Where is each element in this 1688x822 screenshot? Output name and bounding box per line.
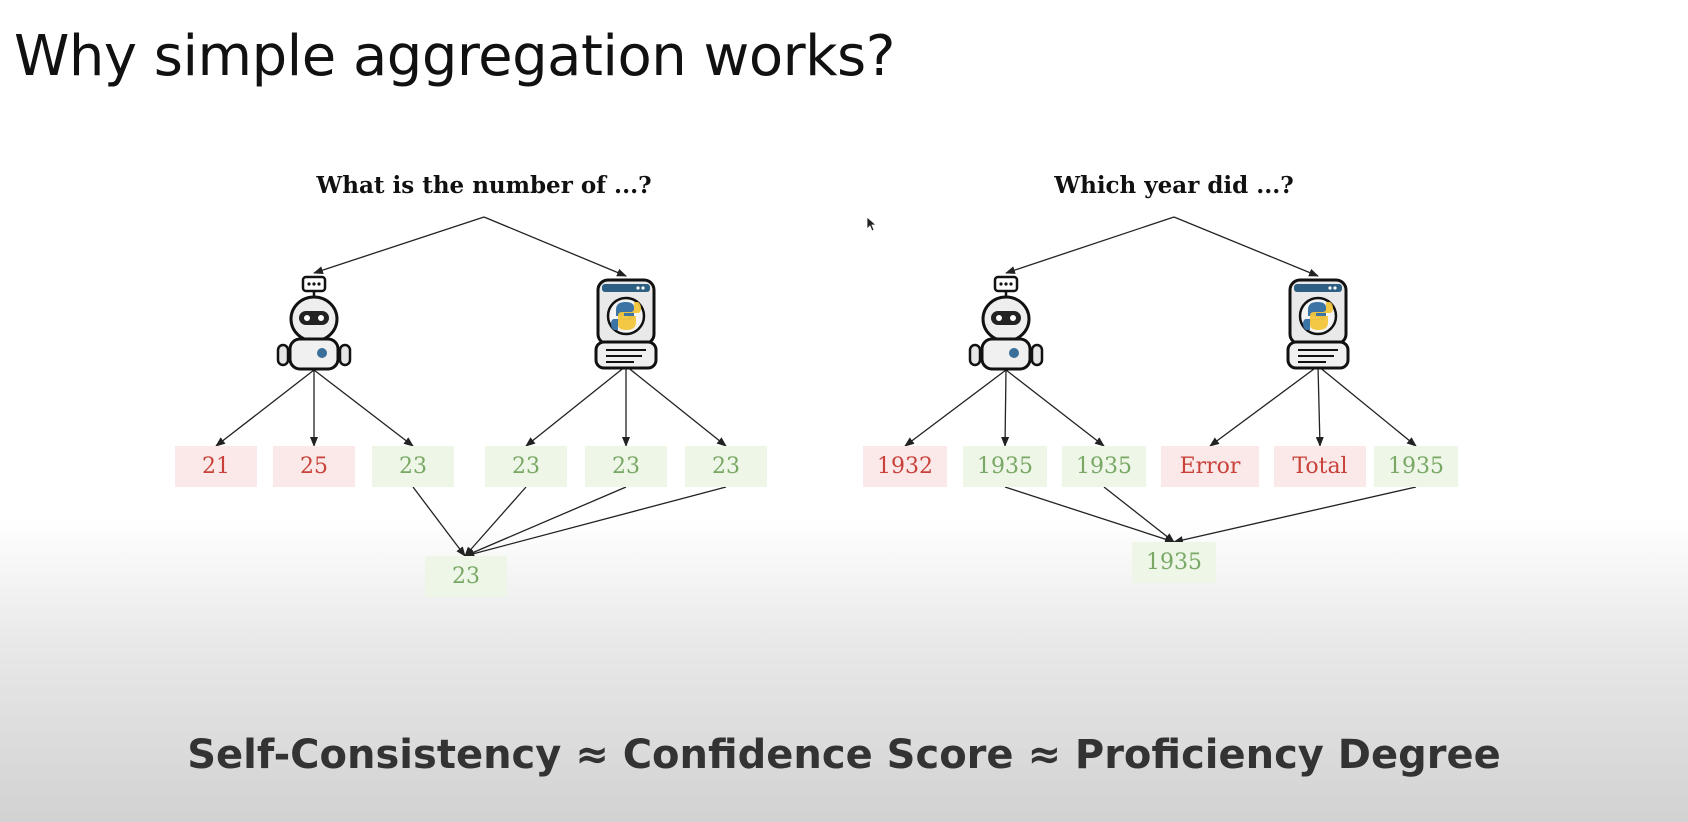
left-final-answer: 23 xyxy=(425,556,507,597)
edge-right-agg-1 xyxy=(1004,486,1175,544)
edge-left-agg-4 xyxy=(464,486,727,558)
edge-left-q-code xyxy=(483,216,627,277)
edge-right-q-llm xyxy=(1005,216,1175,274)
right-final-answer: 1935 xyxy=(1132,542,1216,583)
right-code-answer-1: Error xyxy=(1161,446,1259,487)
right-llm-answer-3: 1935 xyxy=(1062,446,1146,487)
robot-chat-icon xyxy=(968,275,1044,371)
left-code-answer-1: 23 xyxy=(485,446,567,487)
edge-left-code-a3 xyxy=(625,365,727,447)
left-question: What is the number of ...? xyxy=(316,172,652,199)
edge-right-agg-3 xyxy=(1173,486,1417,544)
robot-chat-icon xyxy=(276,275,352,371)
edge-left-q-llm xyxy=(313,216,485,274)
left-code-answer-3: 23 xyxy=(685,446,767,487)
right-llm-answer-2: 1935 xyxy=(963,446,1047,487)
edge-right-code-a1 xyxy=(1209,365,1319,447)
left-llm-answer-1: 21 xyxy=(175,446,257,487)
edge-right-llm-a2 xyxy=(1001,369,1010,447)
edge-right-code-a3 xyxy=(1317,365,1417,447)
edge-right-code-a2 xyxy=(1315,365,1324,447)
left-llm-answer-2: 25 xyxy=(273,446,355,487)
right-question: Which year did ...? xyxy=(1054,172,1294,199)
left-llm-answer-3: 23 xyxy=(372,446,454,487)
edge-left-code-a1 xyxy=(525,365,627,447)
edge-left-agg-3 xyxy=(464,486,627,557)
python-code-robot-icon xyxy=(1286,278,1350,370)
right-code-answer-3: 1935 xyxy=(1374,446,1458,487)
python-code-robot-icon xyxy=(594,278,658,370)
edge-left-llm-a1 xyxy=(215,369,315,447)
edge-right-llm-a1 xyxy=(904,369,1007,447)
edge-left-agg-2 xyxy=(464,486,527,557)
edge-left-agg-1 xyxy=(412,486,466,557)
left-code-answer-2: 23 xyxy=(585,446,667,487)
edge-right-q-code xyxy=(1173,216,1319,277)
formula-caption: Self-Consistency ≈ Confidence Score ≈ Pr… xyxy=(187,732,1501,778)
mouse-cursor-icon xyxy=(866,216,878,232)
edge-right-agg-2 xyxy=(1103,486,1175,543)
tree-edges xyxy=(215,216,1417,558)
right-code-answer-2: Total xyxy=(1274,446,1366,487)
edge-right-llm-a3 xyxy=(1005,369,1105,447)
right-llm-answer-1: 1932 xyxy=(863,446,947,487)
edge-left-llm-a3 xyxy=(313,369,414,447)
